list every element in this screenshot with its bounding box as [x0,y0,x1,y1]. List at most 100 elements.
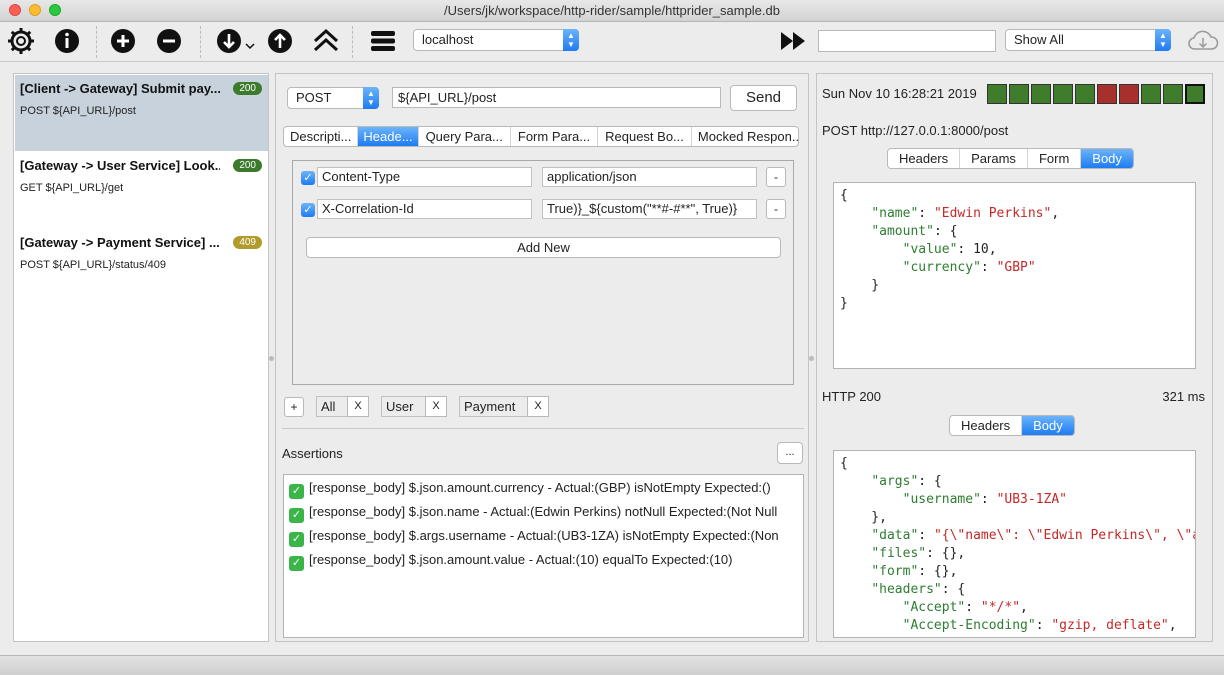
remove-header-button[interactable]: - [766,199,786,219]
split-handle[interactable] [809,356,814,361]
remove-tag-button[interactable]: X [527,396,549,417]
assertions-menu-button[interactable]: ... [777,442,803,464]
header-value-field[interactable]: True)}_${custom("**#-#**", True)} [542,199,757,219]
request-line: POST http://127.0.0.1:8000/post [822,123,1009,138]
status-bar [0,655,1224,675]
search-input[interactable] [818,30,996,52]
request-subtitle: POST ${API_URL}/status/409 [20,259,166,271]
history-square[interactable] [1075,84,1095,104]
assertion-row[interactable]: ✓ [response_body] $.json.amount.currency … [289,480,804,500]
history-square[interactable] [1009,84,1029,104]
tab-query-params[interactable]: Query Para... [419,127,511,146]
history-square[interactable] [1097,84,1117,104]
history-square[interactable] [1053,84,1073,104]
assertion-row[interactable]: ✓ [response_body] $.json.name - Actual:(E… [289,504,804,524]
history-square[interactable] [1119,84,1139,104]
request-list: [Client -> Gateway] Submit pay... POST $… [13,73,269,642]
header-name-field[interactable]: Content-Type [317,167,532,187]
request-subtitle: POST ${API_URL}/post [20,105,136,117]
response-elapsed: 321 ms [1162,389,1205,404]
assertions-list: ✓ [response_body] $.json.amount.currency … [283,474,804,638]
tab-mocked-response[interactable]: Mocked Respon... [692,127,798,146]
toolbar-separator [96,26,97,58]
tab-response-body[interactable]: Body [1022,416,1074,435]
header-enabled-checkbox[interactable]: ✓ [301,171,315,185]
gear-icon[interactable] [6,26,36,56]
toolbar: localhost ▲ ▼ Show All ▲ ▼ [0,22,1224,62]
assertion-row[interactable]: ✓ [response_body] $.args.username - Actua… [289,528,804,548]
chevron-updown-icon: ▲ ▼ [363,87,379,109]
upload-icon[interactable] [265,26,295,56]
json-string: "GBP" [996,260,1036,275]
response-status: HTTP 200 [822,389,882,404]
chevron-updown-icon: ▲ ▼ [563,29,579,51]
json-key: "files" [871,546,927,561]
json-string: "{\"name\": \"Edwin Perkins\", \"a [933,528,1196,543]
url-input[interactable]: ${API_URL}/post [392,87,721,108]
json-key: "Accept" [902,600,966,615]
add-tag-button[interactable]: + [284,397,304,417]
tab-request-body[interactable]: Request Bo... [598,127,692,146]
add-icon[interactable] [108,26,138,56]
json-key: "value" [902,242,958,257]
remove-header-button[interactable]: - [766,167,786,187]
divider [282,428,804,429]
tab-request-params[interactable]: Params [960,149,1028,168]
history-square[interactable] [1185,84,1205,104]
chevron-updown-icon: ▲ ▼ [1155,29,1171,51]
header-value-field[interactable]: application/json [542,167,757,187]
tab-request-form[interactable]: Form [1028,149,1082,168]
tab-request-body[interactable]: Body [1081,149,1133,168]
history-square[interactable] [1163,84,1183,104]
tab-headers[interactable]: Heade... [358,127,419,146]
assertion-text: [response_body] $.json.amount.value - Ac… [309,552,733,567]
request-editor: POST ▲ ▼ ${API_URL}/post Send Descripti..… [275,73,809,642]
header-name-field[interactable]: X-Correlation-Id [317,199,532,219]
json-number: 10 [973,242,989,257]
chevron-down-icon[interactable] [245,42,255,50]
remove-icon[interactable] [154,26,184,56]
split-handle[interactable] [269,356,274,361]
filter-select[interactable]: Show All ▲ ▼ [1005,29,1171,51]
history-square[interactable] [1031,84,1051,104]
check-icon: ✓ [289,556,304,571]
remove-tag-button[interactable]: X [347,396,369,417]
assertion-row[interactable]: ✓ [response_body] $.json.amount.value - A… [289,552,804,572]
request-item[interactable]: [Client -> Gateway] Submit pay... POST $… [15,75,268,151]
json-string: "UB3-1ZA" [996,492,1068,507]
json-string: "gzip, deflate" [1051,618,1169,633]
json-key: "Accept-Encoding" [902,618,1036,633]
request-item[interactable]: [Gateway -> User Service] Look... GET ${… [15,152,268,228]
history-square[interactable] [1141,84,1161,104]
fast-forward-icon[interactable] [778,26,808,56]
json-key: "currency" [902,260,981,275]
tab-request-headers[interactable]: Headers [888,149,961,168]
tab-form-params[interactable]: Form Para... [511,127,599,146]
json-string: "Edwin Perkins" [933,206,1052,221]
history-square[interactable] [987,84,1007,104]
cloud-download-icon[interactable] [1186,27,1220,55]
header-enabled-checkbox[interactable]: ✓ [301,203,315,217]
info-icon[interactable] [52,26,82,56]
send-button[interactable]: Send [730,85,797,111]
request-item[interactable]: [Gateway -> Payment Service] ... POST ${… [15,229,268,305]
list-icon[interactable] [368,26,398,56]
tab-description[interactable]: Descripti... [284,127,359,146]
method-select[interactable]: POST ▲ ▼ [287,87,379,109]
response-body-viewer[interactable]: { "args": { "username": "UB3-1ZA" }, "da… [833,450,1196,638]
method-value: POST [296,90,332,105]
download-icon[interactable] [214,26,244,56]
headers-table: ✓ Content-Type application/json - ✓ X-Co… [292,160,794,385]
request-body-viewer[interactable]: { "name": "Edwin Perkins", "amount": { "… [833,182,1196,369]
tab-response-headers[interactable]: Headers [950,416,1023,435]
check-icon: ✓ [289,532,304,547]
collapse-icon[interactable] [311,26,341,56]
assertions-heading: Assertions [282,446,343,461]
toolbar-separator [352,26,353,58]
json-key: "name" [871,206,919,221]
add-new-header-button[interactable]: Add New [306,237,781,258]
remove-tag-button[interactable]: X [425,396,447,417]
environment-select[interactable]: localhost ▲ ▼ [413,29,579,51]
json-key: "amount" [871,224,934,239]
exchange-timestamp: Sun Nov 10 16:28:21 2019 [822,86,977,101]
